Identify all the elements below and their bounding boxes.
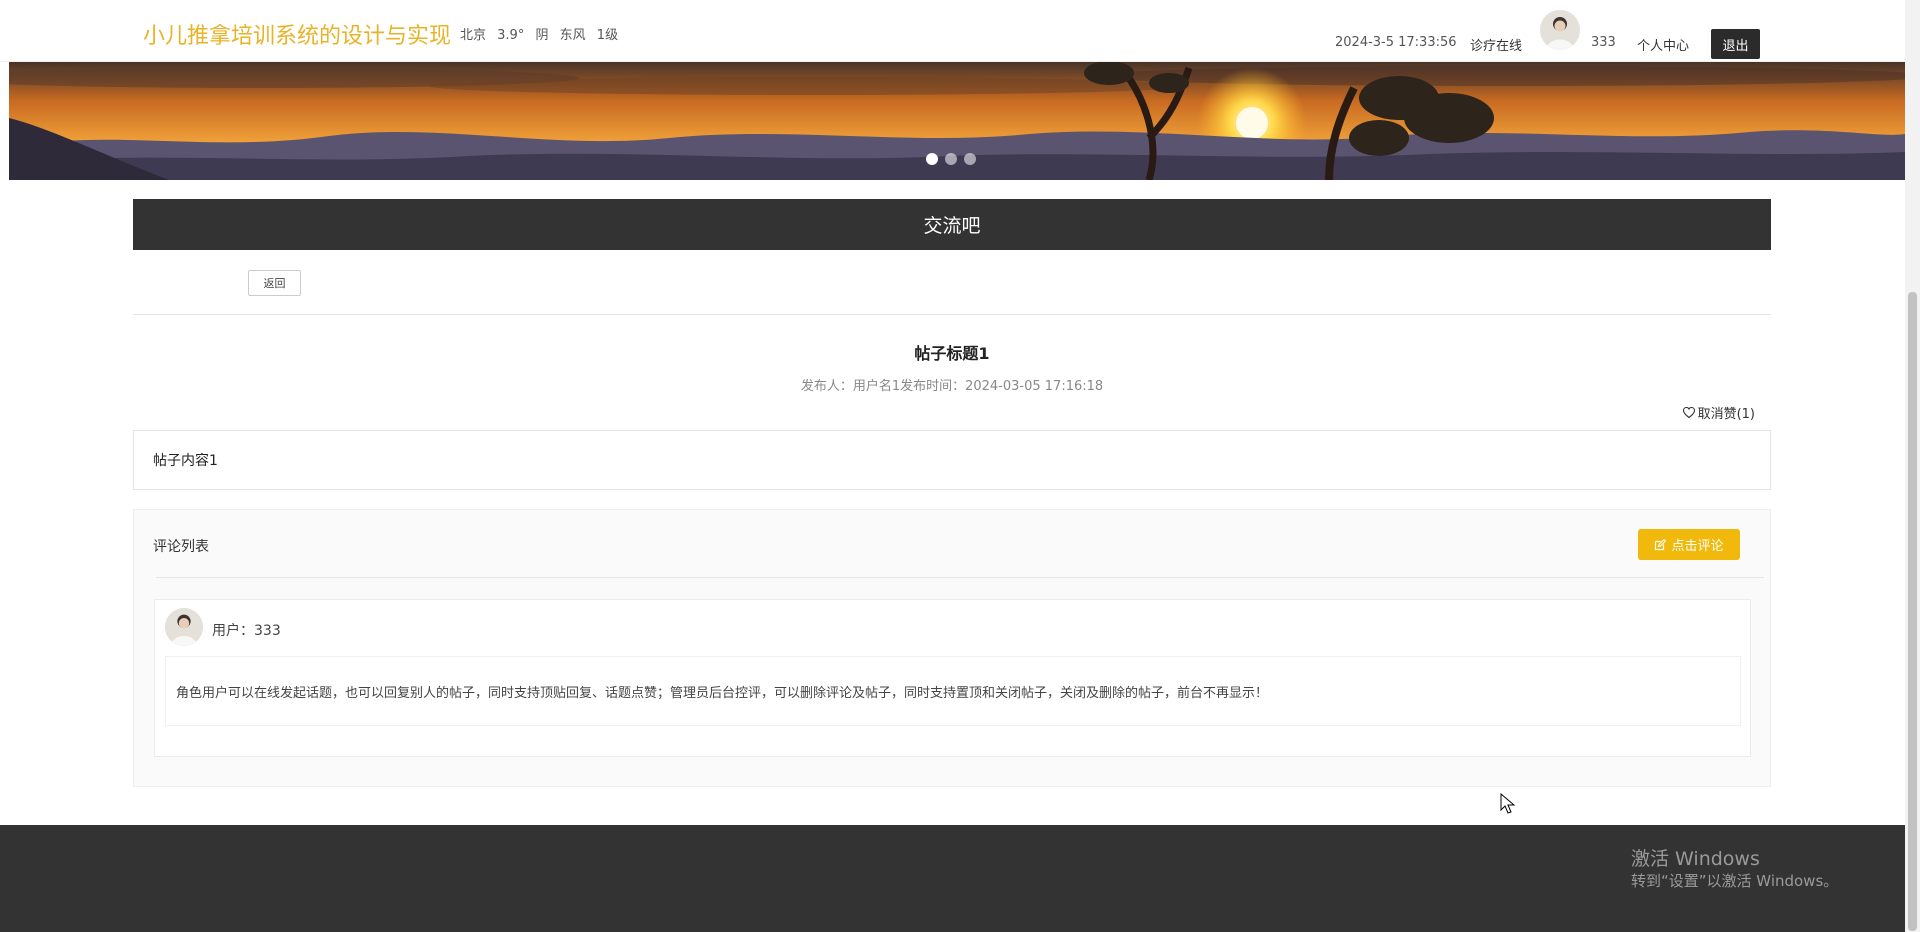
comment-text: 角色用户可以在线发起话题，也可以回复别人的帖子，同时支持顶贴回复、话题点赞；管理… <box>176 685 1269 701</box>
logout-button[interactable]: 退出 <box>1711 29 1760 59</box>
activation-watermark-title: 激活 Windows <box>1631 848 1760 870</box>
post-content-text: 帖子内容1 <box>153 453 218 469</box>
current-datetime: 2024-3-5 17:33:56 <box>1335 35 1457 50</box>
weather-city: 北京 <box>460 28 487 43</box>
add-comment-button[interactable]: 点击评论 <box>1638 529 1740 560</box>
heart-icon <box>1682 407 1695 418</box>
avatar-person-icon <box>1540 10 1580 50</box>
weather-level: 1级 <box>596 28 619 43</box>
scrollbar-thumb[interactable] <box>1908 292 1917 931</box>
unlike-label: 取消赞(1) <box>1697 407 1755 422</box>
nav-link-clinic-online[interactable]: 诊疗在线 <box>1470 35 1522 54</box>
carousel-dot-1[interactable] <box>926 153 938 165</box>
comment-section: 评论列表 点击评论 用户：333 角色用户可以在线发起话题，也可以回复别人的帖子… <box>133 509 1771 787</box>
carousel-indicators <box>926 153 976 165</box>
footer <box>0 825 1905 932</box>
comment-avatar <box>165 608 203 646</box>
section-title: 交流吧 <box>923 215 981 237</box>
carousel-dot-3[interactable] <box>964 153 976 165</box>
comment-divider <box>156 577 1764 578</box>
mouse-cursor-icon <box>1500 793 1516 814</box>
weather-sky: 阴 <box>535 28 549 43</box>
back-button[interactable]: 返回 <box>248 270 301 296</box>
top-navbar: 小儿推拿培训系统的设计与实现 北京 3.9° 阴 东风 1级 2024-3-5 … <box>0 0 1905 62</box>
username-label: 333 <box>1591 35 1616 50</box>
user-center-link[interactable]: 个人中心 <box>1637 35 1689 54</box>
user-avatar[interactable] <box>1540 10 1580 50</box>
post-title: 帖子标题1 <box>914 344 990 363</box>
unlike-button[interactable]: 取消赞(1) <box>1682 403 1755 422</box>
weather-widget: 北京 3.9° 阴 东风 1级 <box>460 24 625 43</box>
brand-title[interactable]: 小儿推拿培训系统的设计与实现 <box>143 18 451 50</box>
activation-watermark-subtitle: 转到“设置”以激活 Windows。 <box>1631 872 1839 890</box>
weather-wind: 东风 <box>559 28 586 43</box>
add-comment-label: 点击评论 <box>1671 539 1724 554</box>
section-title-bar: 交流吧 <box>133 199 1771 250</box>
comment-item: 用户：333 角色用户可以在线发起话题，也可以回复别人的帖子，同时支持顶贴回复、… <box>154 599 1751 757</box>
comment-username: 用户：333 <box>212 623 281 639</box>
post-content: 帖子内容1 <box>133 430 1771 490</box>
comment-body: 角色用户可以在线发起话题，也可以回复别人的帖子，同时支持顶贴回复、话题点赞；管理… <box>165 656 1741 726</box>
post-meta: 发布人：用户名1发布时间：2024-03-05 17:16:18 <box>800 379 1104 394</box>
avatar-person-icon <box>165 608 203 646</box>
weather-temp: 3.9° <box>497 28 525 43</box>
comment-list-header: 评论列表 <box>153 539 209 555</box>
edit-icon <box>1655 538 1667 550</box>
divider <box>133 314 1771 315</box>
carousel-dot-2[interactable] <box>945 153 957 165</box>
